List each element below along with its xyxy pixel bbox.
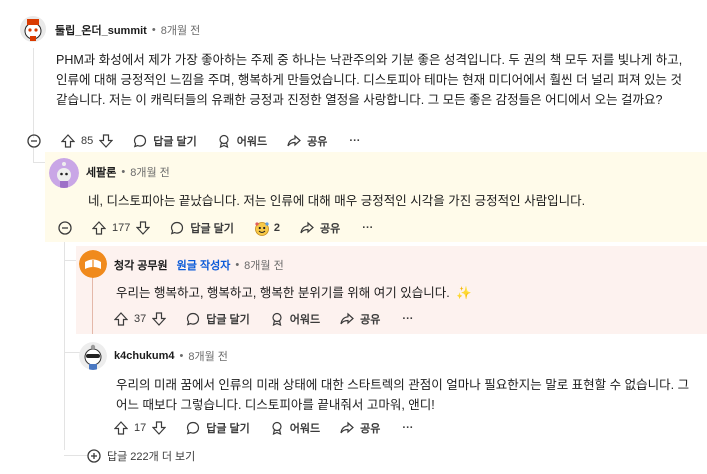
vote-count: 17: [134, 422, 147, 434]
comment-username[interactable]: 둘립_온더_summit: [55, 22, 147, 38]
avatar[interactable]: [79, 342, 107, 370]
downvote-icon[interactable]: [135, 221, 151, 235]
comment-username[interactable]: 세팔론: [86, 164, 116, 180]
downvote-icon[interactable]: [98, 134, 114, 148]
op-badge: 원글 작성자: [176, 260, 231, 272]
collapse-icon[interactable]: [27, 134, 41, 148]
reply-button[interactable]: 답글 달기: [133, 130, 197, 152]
avatar[interactable]: [79, 250, 107, 278]
comment-actions: 37 답글 달기 어워드 공유 ···: [113, 308, 413, 330]
comment-bubble-icon: [186, 421, 200, 435]
vote-count: 37: [134, 313, 147, 325]
award-icon: [217, 134, 231, 149]
award-button[interactable]: 어워드: [270, 417, 320, 439]
more-replies-button[interactable]: 답글 222개 더 보기: [87, 448, 195, 464]
meta-separator: •: [121, 166, 126, 178]
meta-separator: •: [151, 24, 156, 36]
share-icon: [340, 312, 355, 326]
collapse-icon[interactable]: [58, 221, 72, 235]
downvote-icon[interactable]: [151, 312, 167, 326]
reply-button[interactable]: 답글 달기: [170, 217, 234, 239]
award-label: 어워드: [236, 136, 268, 148]
meta-separator: •: [179, 350, 184, 362]
upvote-icon[interactable]: [113, 312, 129, 326]
comment-timestamp[interactable]: 8개월 전: [130, 164, 170, 180]
comment-body: 우리는 행복하고, 행복하고, 행복한 분위기를 위해 여기 있습니다. ✨: [116, 283, 676, 303]
comment-username[interactable]: 청각 공무원: [114, 257, 168, 273]
award-label: 어워드: [289, 314, 321, 326]
comment-timestamp[interactable]: 8개월 전: [188, 348, 228, 364]
share-label: 공유: [360, 314, 381, 326]
share-label: 공유: [360, 423, 381, 435]
expand-icon: [87, 449, 101, 463]
award-emoji-icon: [254, 221, 269, 236]
upvote-icon[interactable]: [60, 134, 76, 148]
award-button[interactable]: 어워드: [217, 130, 267, 152]
meta-separator: •: [235, 259, 240, 271]
more-options-button[interactable]: ···: [362, 222, 373, 234]
comment-actions: 17 답글 달기 어워드 공유 ···: [113, 417, 413, 439]
vote-count: 177: [112, 222, 131, 234]
comment-actions: 85 답글 달기 어워드 공유 ···: [27, 130, 360, 152]
reply-button[interactable]: 답글 달기: [186, 308, 250, 330]
comment-body: 네, 디스토피아는 끝났습니다. 저는 인류에 대해 매우 긍정적인 시각을 가…: [88, 194, 586, 208]
share-label: 공유: [320, 223, 341, 235]
award-button[interactable]: 어워드: [270, 308, 320, 330]
share-icon: [340, 421, 355, 435]
share-icon: [287, 134, 302, 148]
reply-label: 답글 달기: [206, 423, 250, 435]
comment-body: 우리의 미래 꿈에서 인류의 미래 상태에 대한 스타트렉의 관점이 얼마나 필…: [116, 378, 690, 412]
more-options-button[interactable]: ···: [402, 422, 413, 434]
award-button[interactable]: 2: [254, 217, 280, 239]
award-count: 2: [273, 222, 281, 234]
comment-actions: 177 답글 달기 2 공유 ···: [58, 217, 373, 239]
share-button[interactable]: 공유: [340, 417, 380, 439]
downvote-icon[interactable]: [151, 421, 167, 435]
comment-username[interactable]: k4chukum4: [114, 350, 175, 362]
reply-label: 답글 달기: [190, 223, 234, 235]
more-replies-label: 답글 222개 더 보기: [107, 451, 196, 463]
share-button[interactable]: 공유: [300, 217, 340, 239]
share-icon: [300, 221, 314, 235]
share-button[interactable]: 공유: [287, 130, 327, 152]
comment-timestamp[interactable]: 8개월 전: [244, 257, 284, 273]
comment-bubble-icon: [133, 134, 147, 148]
avatar[interactable]: [20, 16, 46, 42]
share-label: 공유: [307, 136, 328, 148]
vote-count: 85: [81, 135, 94, 147]
comment-timestamp[interactable]: 8개월 전: [161, 22, 201, 38]
award-icon: [270, 421, 284, 436]
share-button[interactable]: 공유: [340, 308, 380, 330]
upvote-icon[interactable]: [91, 221, 107, 235]
avatar[interactable]: [49, 158, 79, 188]
award-icon: [270, 312, 284, 327]
comment-body: PHM과 화성에서 제가 가장 좋아하는 주제 중 하나는 낙관주의와 기분 좋…: [56, 53, 683, 107]
reply-label: 답글 달기: [206, 314, 250, 326]
comment-bubble-icon: [186, 312, 200, 326]
more-options-button[interactable]: ···: [349, 135, 360, 147]
thread-line: [33, 48, 34, 138]
upvote-icon[interactable]: [113, 421, 129, 435]
award-label: 어워드: [289, 423, 321, 435]
op-indent-line: [92, 276, 93, 334]
comment-bubble-icon: [170, 221, 184, 235]
reply-label: 답글 달기: [153, 136, 197, 148]
sparkles-emoji: ✨: [456, 286, 472, 300]
reply-button[interactable]: 답글 달기: [186, 417, 250, 439]
comment-text: 우리는 행복하고, 행복하고, 행복한 분위기를 위해 여기 있습니다.: [116, 286, 450, 300]
more-options-button[interactable]: ···: [402, 313, 413, 325]
